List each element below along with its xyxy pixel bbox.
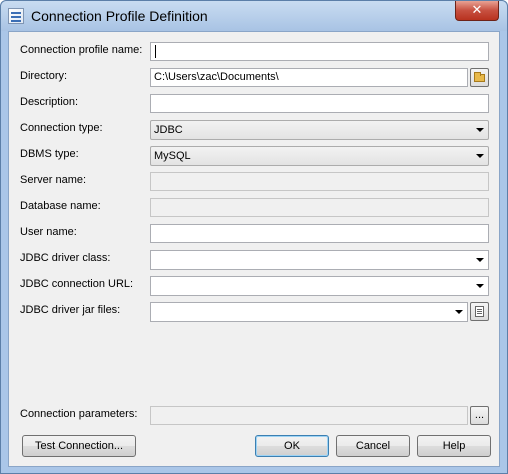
chevron-down-icon [476,284,484,288]
browse-jar-files-button[interactable] [470,302,489,321]
test-connection-button[interactable]: Test Connection... [22,435,136,457]
jdbc-driver-jar-files-combo[interactable] [150,302,468,322]
browse-directory-button[interactable] [470,68,489,87]
text-caret [155,44,156,58]
user-name-label: User name: [20,226,77,238]
ok-button[interactable]: OK [255,435,329,457]
window-app-icon [8,8,24,24]
server-name-label: Server name: [20,174,87,186]
connection-parameters-input [150,406,468,425]
title-bar[interactable]: Connection Profile Definition ✕ [1,1,507,31]
dialog-body: Connection profile name: Directory: C:\U… [8,31,500,467]
chevron-down-icon [476,154,484,158]
connection-type-value: JDBC [154,124,183,136]
cancel-button[interactable]: Cancel [336,435,410,457]
dbms-type-label: DBMS type: [20,148,79,160]
directory-label: Directory: [20,70,68,82]
ellipsis-icon: ... [474,409,485,421]
window-title: Connection Profile Definition [31,8,208,24]
help-button[interactable]: Help [417,435,491,457]
directory-input[interactable]: C:\Users\zac\Documents\ [150,68,468,87]
dialog-window: Connection Profile Definition ✕ Connecti… [0,0,508,474]
close-icon: ✕ [471,2,483,17]
description-input[interactable] [150,94,489,113]
profile-name-input[interactable] [150,42,489,61]
connection-parameters-button[interactable]: ... [470,406,489,425]
close-button[interactable]: ✕ [455,1,499,21]
connection-type-select[interactable]: JDBC [150,120,489,140]
profile-name-label: Connection profile name: [20,44,143,56]
user-name-input[interactable] [150,224,489,243]
jdbc-driver-class-combo[interactable] [150,250,489,270]
dbms-type-select[interactable]: MySQL [150,146,489,166]
jdbc-connection-url-label: JDBC connection URL: [20,278,134,290]
connection-parameters-label: Connection parameters: [20,408,138,420]
jdbc-driver-jar-files-label: JDBC driver jar files: [20,304,121,316]
chevron-down-icon [476,128,484,132]
database-name-label: Database name: [20,200,101,212]
jdbc-driver-class-label: JDBC driver class: [20,252,111,264]
document-icon [475,306,484,317]
chevron-down-icon [455,310,463,314]
database-name-input [150,198,489,217]
jdbc-connection-url-combo[interactable] [150,276,489,296]
description-label: Description: [20,96,79,108]
chevron-down-icon [476,258,484,262]
server-name-input [150,172,489,191]
connection-type-label: Connection type: [20,122,103,134]
folder-icon [474,72,485,82]
dbms-type-value: MySQL [154,150,191,162]
